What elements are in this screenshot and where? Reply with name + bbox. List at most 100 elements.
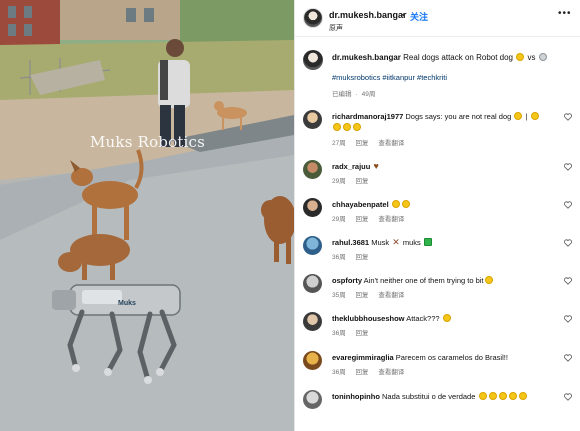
- comment-text: ospforty Ain't neither one of them tryin…: [332, 275, 567, 286]
- like-heart-icon[interactable]: [564, 315, 572, 323]
- comment-body: Nada substitui o de verdade: [382, 392, 476, 401]
- instagram-post-window: Muks Robotics Muks dr.mukesh.bangar • 关注…: [0, 0, 580, 431]
- emoji-icon: [484, 276, 493, 284]
- emoji-icon: [518, 392, 527, 400]
- comment-text: rahul.3681 Musk ✕ muks: [332, 237, 567, 248]
- comment-item: radx_rajuu ♥ 29周 回复: [295, 158, 580, 196]
- emoji-icon: [353, 123, 361, 131]
- comment-age: 36周: [332, 369, 346, 376]
- comment-item: evaregimmiraglia Parecem os caramelos do…: [295, 349, 580, 387]
- reply-button[interactable]: 回复: [356, 292, 369, 299]
- comment-body: Parecem os caramelos do Brasil!!: [395, 353, 508, 362]
- commenter-avatar[interactable]: [303, 351, 322, 370]
- comment-username[interactable]: rahul.3681: [332, 238, 369, 247]
- commenter-avatar[interactable]: [303, 110, 322, 129]
- emoji-icon: [391, 200, 400, 208]
- comment-item: toninhopinho Nada substitui o de verdade: [295, 388, 580, 426]
- reply-button[interactable]: 回复: [356, 140, 369, 147]
- crossed-swords-emoji-icon: ✕: [392, 237, 400, 247]
- commenter-avatar[interactable]: [303, 390, 322, 409]
- comment-age: 27周: [332, 140, 346, 147]
- comment-item: ospforty Ain't neither one of them tryin…: [295, 272, 580, 310]
- caption-vs: vs: [527, 53, 536, 62]
- author-username[interactable]: dr.mukesh.bangar: [329, 10, 407, 20]
- emoji-icon: [498, 392, 507, 400]
- like-heart-icon[interactable]: [564, 201, 572, 209]
- translate-button[interactable]: 查看翻译: [378, 140, 404, 147]
- comment-meta: 27周 回复 查看翻译: [332, 137, 412, 147]
- commenter-avatar[interactable]: [303, 198, 322, 217]
- commenter-avatar[interactable]: [303, 160, 322, 179]
- comment-username[interactable]: theklubbhouseshow: [332, 314, 405, 323]
- comment-meta: 29周 回复 查看翻译: [332, 213, 412, 223]
- comment-username[interactable]: chhayabenpatel: [332, 200, 389, 209]
- comment-age: 29周: [332, 216, 346, 223]
- like-heart-icon[interactable]: [564, 163, 572, 171]
- emoji-icon: [514, 112, 523, 120]
- brown-heart-emoji-icon: ♥: [373, 161, 379, 171]
- emoji-icon: [333, 123, 341, 131]
- emoji-icon: [343, 123, 351, 131]
- comment-text: evaregimmiraglia Parecem os caramelos do…: [332, 352, 567, 363]
- emoji-icon: [508, 392, 517, 400]
- like-heart-icon[interactable]: [564, 113, 572, 121]
- emoji-icon: [401, 200, 410, 208]
- comment-username[interactable]: evaregimmiraglia: [332, 353, 394, 362]
- emoji-icon: [530, 112, 539, 120]
- green-square-emoji-icon: [423, 238, 432, 246]
- comment-meta: 29周 回复: [332, 175, 377, 185]
- translate-button[interactable]: 查看翻译: [378, 292, 404, 299]
- emoji-icon: [488, 392, 497, 400]
- like-heart-icon[interactable]: [564, 277, 572, 285]
- reply-button[interactable]: 回复: [356, 216, 369, 223]
- reply-button[interactable]: 回复: [356, 178, 369, 185]
- separator-dot: •: [402, 10, 406, 20]
- commenter-avatar[interactable]: [303, 274, 322, 293]
- robot-brand-label: Muks: [118, 300, 136, 307]
- follow-button[interactable]: 关注: [410, 10, 428, 23]
- audio-label[interactable]: 原声: [329, 23, 343, 33]
- caption-username[interactable]: dr.mukesh.bangar: [332, 53, 401, 62]
- comment-item: richardmanoraj1977 Dogs says: you are no…: [295, 108, 580, 147]
- meta-dot: ·: [355, 91, 358, 98]
- reply-button[interactable]: 回复: [356, 330, 369, 337]
- comment-body: Musk: [371, 238, 390, 247]
- post-video[interactable]: Muks Robotics Muks: [0, 0, 294, 431]
- caption-author-avatar[interactable]: [303, 50, 323, 70]
- more-icon[interactable]: •••: [558, 8, 572, 19]
- translate-button[interactable]: 查看翻译: [378, 369, 404, 376]
- translate-button[interactable]: 查看翻译: [378, 216, 404, 223]
- emoji-icon: [442, 314, 451, 322]
- reply-button[interactable]: 回复: [356, 254, 369, 261]
- comment-username[interactable]: richardmanoraj1977: [332, 112, 403, 121]
- author-avatar[interactable]: [303, 8, 323, 28]
- caption-age: 49周: [361, 91, 376, 98]
- comment-text: richardmanoraj1977 Dogs says: you are no…: [332, 111, 567, 133]
- commenter-avatar[interactable]: [303, 312, 322, 331]
- comment-meta: 36周 回复: [332, 251, 377, 261]
- like-heart-icon[interactable]: [564, 393, 572, 401]
- comment-age: 36周: [332, 254, 346, 261]
- robot-emoji-icon: [538, 53, 547, 61]
- comment-age: 35周: [332, 292, 346, 299]
- comment-body: Dogs says: you are not real dog: [405, 112, 512, 121]
- comment-meta: 35周 回复 查看翻译: [332, 289, 412, 299]
- video-watermark: Muks Robotics: [90, 133, 206, 151]
- caption-meta: 已编辑 · 49周: [332, 88, 379, 98]
- comment-username[interactable]: radx_rajuu: [332, 162, 370, 171]
- post-header: dr.mukesh.bangar • 关注 原声 •••: [295, 0, 580, 37]
- comment-meta: 36周 回复: [332, 327, 377, 337]
- comment-body: Ain't neither one of them trying to bit: [363, 276, 484, 285]
- caption-hashtags[interactable]: #muksrobotics #iitkanpur #techkriti: [332, 73, 447, 82]
- comment-body: Attack???: [406, 314, 440, 323]
- post-side-panel: dr.mukesh.bangar • 关注 原声 ••• dr.mukesh.b…: [294, 0, 580, 431]
- comment-text: chhayabenpatel: [332, 199, 567, 210]
- comment-meta: 36周 回复 查看翻译: [332, 366, 412, 376]
- like-heart-icon[interactable]: [564, 239, 572, 247]
- comment-username[interactable]: toninhopinho: [332, 392, 380, 401]
- commenter-avatar[interactable]: [303, 236, 322, 255]
- reply-button[interactable]: 回复: [356, 369, 369, 376]
- like-heart-icon[interactable]: [564, 354, 572, 362]
- caption-body: Real dogs attack on Robot dog: [403, 53, 514, 62]
- comment-username[interactable]: ospforty: [332, 276, 362, 285]
